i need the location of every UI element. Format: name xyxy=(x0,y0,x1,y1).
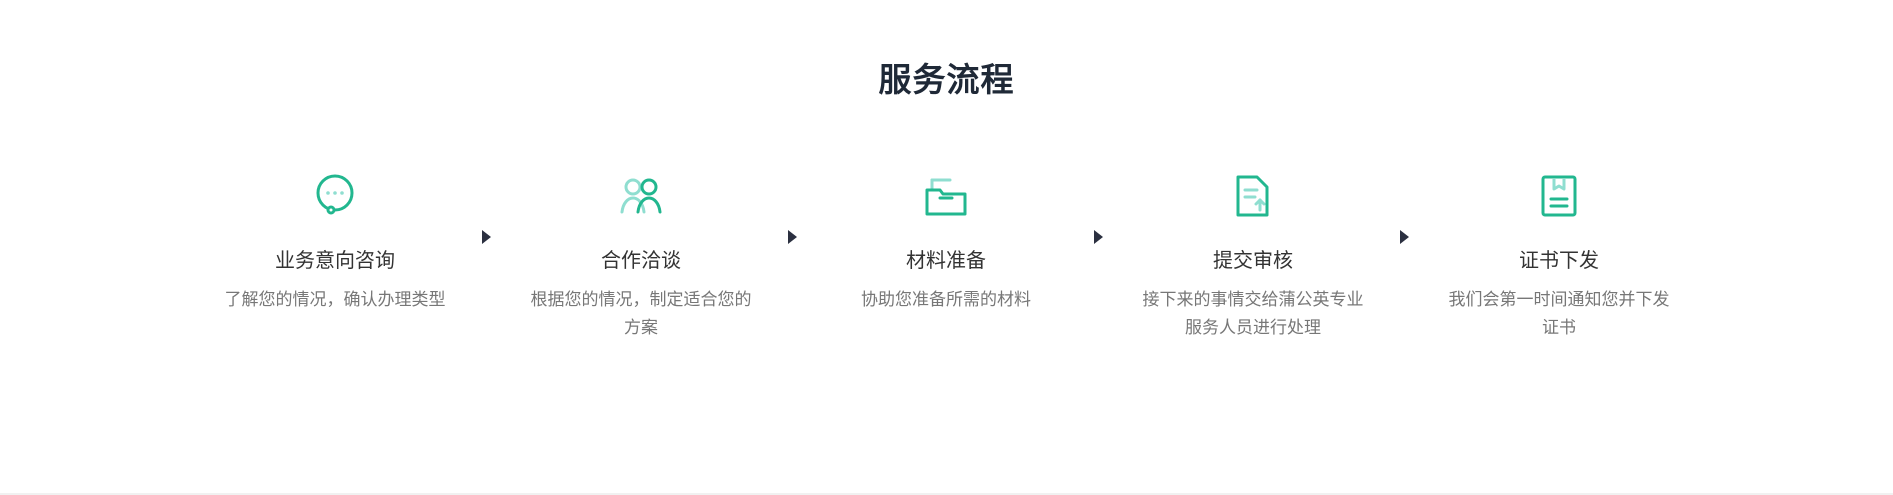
step-description: 接下来的事情交给蒲公英专业服务人员进行处理 xyxy=(1142,290,1364,338)
service-steps: 业务意向咨询 了解您的情况，确认办理类型 合作洽谈 根据您的情况，制定适合您的方… xyxy=(0,0,1893,495)
step-arrow-icon xyxy=(482,230,491,244)
step-description: 了解您的情况，确认办理类型 xyxy=(224,290,446,310)
folder-icon xyxy=(925,178,967,216)
step-arrow-icon xyxy=(788,230,797,244)
step-materials: 材料准备 协助您准备所需的材料 xyxy=(826,172,1066,314)
step-title: 合作洽谈 xyxy=(601,248,681,272)
users-icon xyxy=(620,178,662,214)
step-title: 证书下发 xyxy=(1519,248,1599,272)
step-description: 根据您的情况，制定适合您的方案 xyxy=(530,290,752,338)
chat-bubble-icon xyxy=(316,174,354,215)
service-process-section: 服务流程 业务意向咨询 了解您的情况，确认办理类型 合作洽谈 根据您的情况，制定… xyxy=(0,0,1893,495)
step-certificate: 证书下发 我们会第一时间通知您并下发证书 xyxy=(1439,172,1679,342)
step-description: 协助您准备所需的材料 xyxy=(861,290,1031,310)
step-negotiation: 合作洽谈 根据您的情况，制定适合您的方案 xyxy=(521,172,761,342)
step-title: 业务意向咨询 xyxy=(275,248,395,272)
document-upload-icon xyxy=(1236,175,1269,217)
step-title: 材料准备 xyxy=(906,248,986,272)
step-arrow-icon xyxy=(1400,230,1409,244)
step-consultation: 业务意向咨询 了解您的情况，确认办理类型 xyxy=(215,172,455,314)
step-arrow-icon xyxy=(1094,230,1103,244)
step-description: 我们会第一时间通知您并下发证书 xyxy=(1448,290,1670,338)
step-title: 提交审核 xyxy=(1213,248,1293,272)
certificate-icon xyxy=(1541,175,1577,217)
step-review: 提交审核 接下来的事情交给蒲公英专业服务人员进行处理 xyxy=(1133,172,1373,342)
